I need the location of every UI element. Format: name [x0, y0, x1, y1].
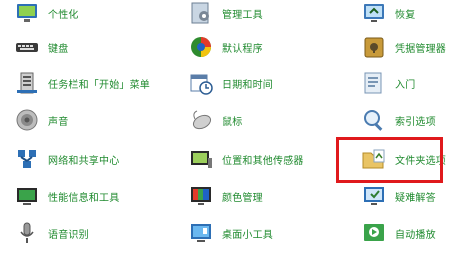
- item-label: 默认程序: [222, 43, 263, 55]
- item-label: 位置和其他传感器: [222, 155, 304, 167]
- folder-options-icon: [361, 146, 387, 172]
- calendar-clock-icon: [188, 70, 214, 96]
- personalization-icon: [14, 0, 40, 26]
- default-programs-icon: [188, 34, 214, 60]
- item-label: 颜色管理: [222, 192, 263, 204]
- indexing-icon: [361, 107, 387, 133]
- item-label: 索引选项: [395, 116, 436, 128]
- item-autoplay[interactable]: 自动播放: [361, 216, 436, 250]
- item-default-programs[interactable]: 默认程序: [188, 30, 263, 64]
- item-mouse[interactable]: 鼠标: [188, 103, 242, 137]
- item-speech[interactable]: 语音识别: [14, 216, 89, 250]
- keyboard-icon: [14, 34, 40, 60]
- item-label: 个性化: [48, 9, 79, 21]
- item-indexing[interactable]: 索引选项: [361, 103, 436, 137]
- microphone-icon: [14, 220, 40, 246]
- taskbar-icon: [14, 70, 40, 96]
- item-label: 文件夹选项: [395, 155, 446, 167]
- speaker-icon: [14, 107, 40, 133]
- item-label: 任务栏和「开始」菜单: [48, 79, 150, 91]
- getting-started-icon: [361, 70, 387, 96]
- item-label: 日期和时间: [222, 79, 273, 91]
- item-location-sensors[interactable]: 位置和其他传感器: [188, 142, 304, 176]
- performance-icon: [14, 183, 40, 209]
- mouse-icon: [188, 107, 214, 133]
- item-getting-started[interactable]: 入门: [361, 66, 415, 100]
- item-performance[interactable]: 性能信息和工具: [14, 179, 119, 213]
- credential-manager-icon: [361, 34, 387, 60]
- item-personalization[interactable]: 个性化: [14, 0, 79, 30]
- item-label: 声音: [48, 116, 69, 128]
- gadgets-icon: [188, 220, 214, 246]
- location-sensor-icon: [188, 146, 214, 172]
- item-credential-manager[interactable]: 凭据管理器: [361, 30, 446, 64]
- item-network-sharing[interactable]: 网络和共享中心: [14, 142, 119, 176]
- item-recovery[interactable]: 恢复: [361, 0, 415, 30]
- item-taskbar-start[interactable]: 任务栏和「开始」菜单: [14, 66, 150, 100]
- item-keyboard[interactable]: 键盘: [14, 30, 68, 64]
- item-desktop-gadgets[interactable]: 桌面小工具: [188, 216, 273, 250]
- item-label: 键盘: [48, 43, 69, 55]
- item-color-management[interactable]: 颜色管理: [188, 179, 263, 213]
- item-admin-tools[interactable]: 管理工具: [188, 0, 263, 30]
- item-label: 语音识别: [48, 229, 89, 241]
- item-label: 凭据管理器: [395, 43, 446, 55]
- item-label: 管理工具: [222, 9, 263, 21]
- network-icon: [14, 146, 40, 172]
- item-label: 入门: [395, 79, 416, 91]
- control-panel-grid: 个性化 管理工具 恢复 键盘 默认程序 凭据管理器 任务栏和「开始」菜单 日期和…: [0, 0, 450, 260]
- item-troubleshooting[interactable]: 疑难解答: [361, 179, 436, 213]
- item-folder-options[interactable]: 文件夹选项: [361, 142, 446, 176]
- item-label: 桌面小工具: [222, 229, 273, 241]
- recovery-icon: [361, 0, 387, 26]
- item-label: 疑难解答: [395, 192, 436, 204]
- item-label: 网络和共享中心: [48, 155, 120, 167]
- item-label: 恢复: [395, 9, 416, 21]
- item-sound[interactable]: 声音: [14, 103, 68, 137]
- item-label: 性能信息和工具: [48, 192, 120, 204]
- admin-tools-icon: [188, 0, 214, 26]
- autoplay-icon: [361, 220, 387, 246]
- item-label: 自动播放: [395, 229, 436, 241]
- item-label: 鼠标: [222, 116, 243, 128]
- item-date-time[interactable]: 日期和时间: [188, 66, 273, 100]
- color-management-icon: [188, 183, 214, 209]
- troubleshooting-icon: [361, 183, 387, 209]
